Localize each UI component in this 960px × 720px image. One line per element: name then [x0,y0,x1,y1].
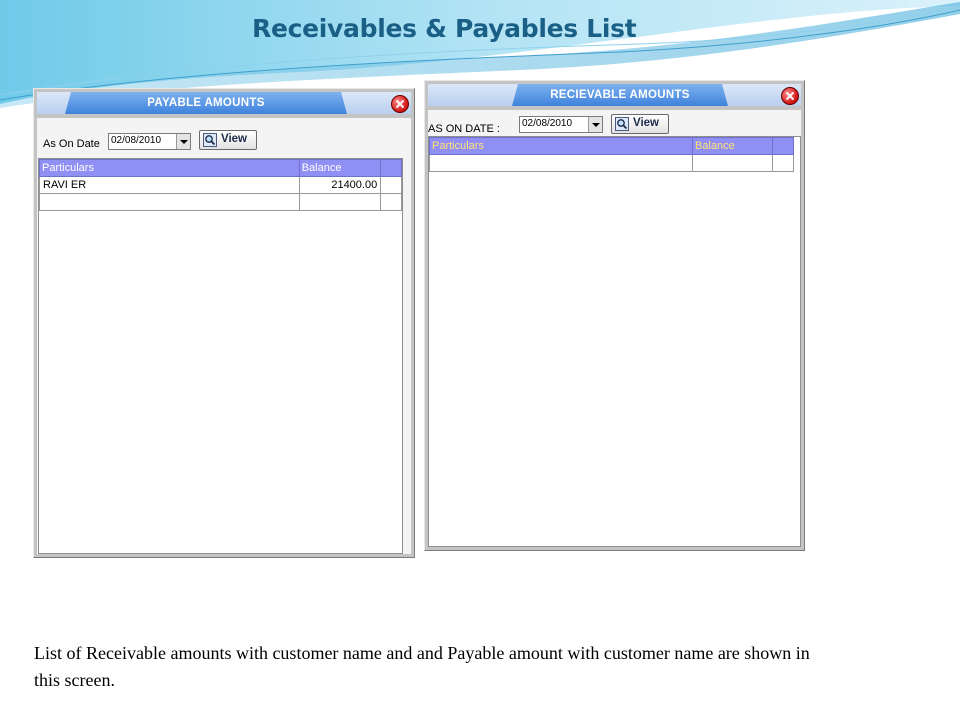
payable-grid: Particulars Balance RAVI ER 21400.00 [38,158,403,554]
column-header-spacer [772,137,794,155]
column-header-spacer [380,159,402,177]
window-title-tab: RECIEVABLE AMOUNTS [512,84,728,106]
column-header-particulars[interactable]: Particulars [429,137,693,155]
date-combo[interactable]: 02/08/2010 [108,133,191,150]
date-value: 02/08/2010 [522,118,573,129]
cell-balance[interactable] [692,154,773,172]
window-client: AS ON DATE : 02/08/2010 View Particulars… [428,110,801,547]
window-titlebar: RECIEVABLE AMOUNTS [428,84,801,106]
window-client: As On Date 02/08/2010 View Particulars B… [37,118,411,554]
cell-balance[interactable] [298,193,382,211]
dropdown-arrow-icon[interactable] [176,134,190,149]
cell-particulars[interactable]: RAVI ER [39,176,300,194]
close-icon[interactable] [391,95,409,113]
slide-caption: List of Receivable amounts with customer… [34,643,810,690]
slide-title: Receivables & Payables List [252,14,637,43]
window-title: RECIEVABLE AMOUNTS [550,89,690,101]
window-title: PAYABLE AMOUNTS [147,97,265,109]
view-button-label: View [633,117,659,129]
magnifier-icon [203,133,217,147]
receivable-amounts-window: RECIEVABLE AMOUNTS AS ON DATE : 02/08/20… [424,80,805,551]
view-button[interactable]: View [611,114,669,134]
view-button-label: View [221,133,247,145]
table-row[interactable] [429,154,794,172]
column-header-particulars[interactable]: Particulars [39,159,300,177]
as-on-date-label: As On Date [43,138,100,150]
cell-particulars[interactable] [429,154,693,172]
window-title-tab: PAYABLE AMOUNTS [65,92,347,114]
cell-spacer [380,193,402,211]
magnifier-icon [615,117,629,131]
table-row[interactable] [39,193,402,211]
cell-particulars[interactable] [39,193,300,211]
cell-spacer [772,154,794,172]
window-titlebar: PAYABLE AMOUNTS [37,92,411,114]
column-header-balance[interactable]: Balance [692,137,773,155]
cell-balance[interactable]: 21400.00 [298,176,382,194]
column-header-balance[interactable]: Balance [298,159,382,177]
cell-spacer [380,176,402,194]
date-combo[interactable]: 02/08/2010 [519,116,603,133]
as-on-date-label: AS ON DATE : [428,123,500,135]
table-row[interactable]: RAVI ER 21400.00 [39,176,402,194]
close-icon[interactable] [781,87,799,105]
payable-amounts-window: PAYABLE AMOUNTS As On Date 02/08/2010 Vi… [33,88,415,558]
receivable-grid: Particulars Balance [428,136,801,547]
payable-table: Particulars Balance RAVI ER 21400.00 [39,159,402,211]
view-button[interactable]: View [199,130,257,150]
date-value: 02/08/2010 [111,135,162,146]
receivable-table: Particulars Balance [429,137,794,172]
dropdown-arrow-icon[interactable] [588,117,602,132]
